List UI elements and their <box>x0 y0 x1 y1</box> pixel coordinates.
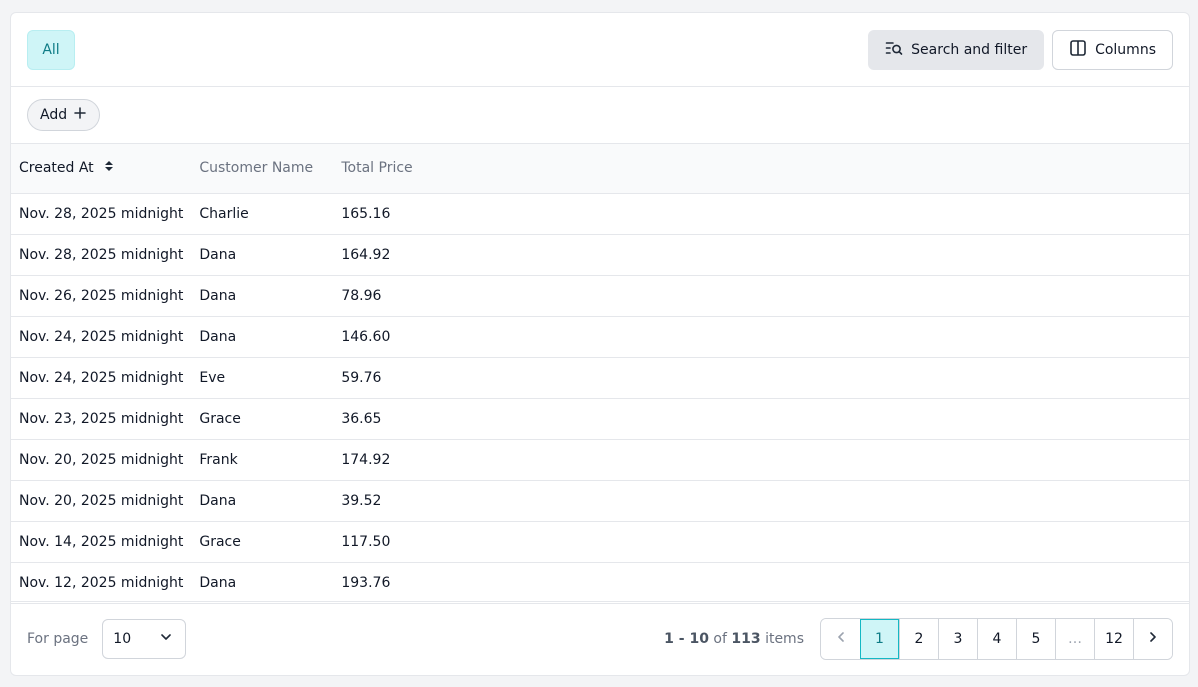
page-ellipsis: … <box>1055 618 1094 659</box>
search-filter-icon <box>885 39 903 61</box>
cell-customer-name: Eve <box>199 369 226 386</box>
cell-total-price: 59.76 <box>341 369 382 386</box>
cell-created-at: Nov. 12, 2025 midnight <box>19 574 184 591</box>
columns-icon <box>1069 39 1087 61</box>
cell-customer-name: Dana <box>199 246 237 263</box>
cell-customer-name: Dana <box>199 287 237 304</box>
page-button[interactable]: 2 <box>899 618 938 659</box>
cell-total-price: 146.60 <box>341 328 391 345</box>
cell-created-at: Nov. 20, 2025 midnight <box>19 492 184 509</box>
per-page-value: 10 <box>113 630 132 647</box>
toolbar: All Search and filter Columns <box>11 13 1189 87</box>
cell-created-at: Nov. 20, 2025 midnight <box>19 451 184 468</box>
pagination: 1 2 3 4 5… 12 <box>820 617 1173 660</box>
column-header-label: Created At <box>19 160 94 177</box>
search-and-filter-button[interactable]: Search and filter <box>868 29 1045 70</box>
data-table: Created At Customer Name Total Price Nov… <box>11 144 1189 604</box>
per-page-control: For page 10 <box>27 618 187 659</box>
add-bar: Add <box>11 87 1189 144</box>
table-row[interactable]: Nov. 28, 2025 midnight Charlie 165.16 <box>11 193 1189 234</box>
table-row[interactable]: Nov. 12, 2025 midnight Dana 193.76 <box>11 562 1189 603</box>
cell-customer-name: Dana <box>199 492 237 509</box>
cell-total-price: 78.96 <box>341 287 382 304</box>
table-row[interactable]: Nov. 26, 2025 midnight Dana 78.96 <box>11 275 1189 316</box>
table-row[interactable]: Nov. 20, 2025 midnight Dana 39.52 <box>11 480 1189 521</box>
cell-total-price: 117.50 <box>341 533 391 550</box>
page-button[interactable]: 5 <box>1016 618 1055 659</box>
plus-icon <box>73 106 87 124</box>
cell-customer-name: Frank <box>199 451 238 468</box>
cell-total-price: 36.65 <box>341 410 382 427</box>
columns-label: Columns <box>1095 41 1156 58</box>
prev-page-button[interactable] <box>821 618 860 659</box>
table-row[interactable]: Nov. 24, 2025 midnight Eve 59.76 <box>11 357 1189 398</box>
cell-customer-name: Grace <box>199 533 241 550</box>
table-row[interactable]: Nov. 24, 2025 midnight Dana 146.60 <box>11 316 1189 357</box>
cell-total-price: 193.76 <box>341 574 391 591</box>
cell-customer-name: Charlie <box>199 205 249 222</box>
items-label: items <box>765 630 804 647</box>
page-button[interactable]: 1 <box>860 618 899 659</box>
table-card: All Search and filter Columns Add Create… <box>10 12 1190 676</box>
table-row[interactable]: Nov. 28, 2025 midnight Dana 164.92 <box>11 234 1189 275</box>
cell-created-at: Nov. 28, 2025 midnight <box>19 205 184 222</box>
column-header-label: Total Price <box>341 160 413 177</box>
per-page-select[interactable]: 10 <box>102 618 187 659</box>
cell-created-at: Nov. 26, 2025 midnight <box>19 287 184 304</box>
cell-total-price: 39.52 <box>341 492 382 509</box>
cell-created-at: Nov. 24, 2025 midnight <box>19 369 184 386</box>
toolbar-actions: Search and filter Columns <box>868 29 1173 70</box>
cell-total-price: 174.92 <box>341 451 391 468</box>
table-body: Nov. 28, 2025 midnight Charlie 165.16 Nov. … <box>11 193 1189 603</box>
columns-button[interactable]: Columns <box>1052 29 1173 70</box>
tab-all[interactable]: All <box>27 29 75 70</box>
add-label: Add <box>40 107 68 123</box>
chevron-down-icon <box>159 630 173 648</box>
cell-total-price: 164.92 <box>341 246 391 263</box>
chevron-left-icon <box>834 630 848 648</box>
table-header-row: Created At Customer Name Total Price <box>11 144 1189 193</box>
cell-customer-name: Dana <box>199 574 237 591</box>
cell-created-at: Nov. 23, 2025 midnight <box>19 410 184 427</box>
cell-total-price: 165.16 <box>341 205 391 222</box>
cell-customer-name: Grace <box>199 410 241 427</box>
pagination-area: 1 - 10 of 113 items 1 2 3 4 5… 12 <box>664 617 1173 660</box>
page-button[interactable]: 12 <box>1094 618 1133 659</box>
cell-created-at: Nov. 14, 2025 midnight <box>19 533 184 550</box>
cell-created-at: Nov. 28, 2025 midnight <box>19 246 184 263</box>
column-header-label: Customer Name <box>199 160 314 177</box>
column-header-total-price[interactable]: Total Price <box>333 144 1189 193</box>
next-page-button[interactable] <box>1133 618 1172 659</box>
per-page-label: For page <box>27 630 89 647</box>
items-summary: 1 - 10 of 113 items <box>664 631 804 647</box>
page-button[interactable]: 4 <box>977 618 1016 659</box>
table-row[interactable]: Nov. 23, 2025 midnight Grace 36.65 <box>11 398 1189 439</box>
table-footer: For page 10 1 - 10 of 113 items 1 2 3 4 … <box>11 601 1189 675</box>
column-header-created-at[interactable]: Created At <box>11 144 191 193</box>
chevron-right-icon <box>1146 630 1160 648</box>
cell-created-at: Nov. 24, 2025 midnight <box>19 328 184 345</box>
search-and-filter-label: Search and filter <box>911 41 1028 58</box>
items-range: 1 - 10 <box>664 630 709 647</box>
add-button[interactable]: Add <box>27 99 101 131</box>
table-row[interactable]: Nov. 14, 2025 midnight Grace 117.50 <box>11 521 1189 562</box>
table-row[interactable]: Nov. 20, 2025 midnight Frank 174.92 <box>11 439 1189 480</box>
items-total: 113 <box>731 630 761 647</box>
sort-icon[interactable] <box>104 160 114 176</box>
items-of-label: of <box>713 630 727 647</box>
cell-customer-name: Dana <box>199 328 237 345</box>
column-header-customer-name[interactable]: Customer Name <box>191 144 333 193</box>
page-button[interactable]: 3 <box>938 618 977 659</box>
